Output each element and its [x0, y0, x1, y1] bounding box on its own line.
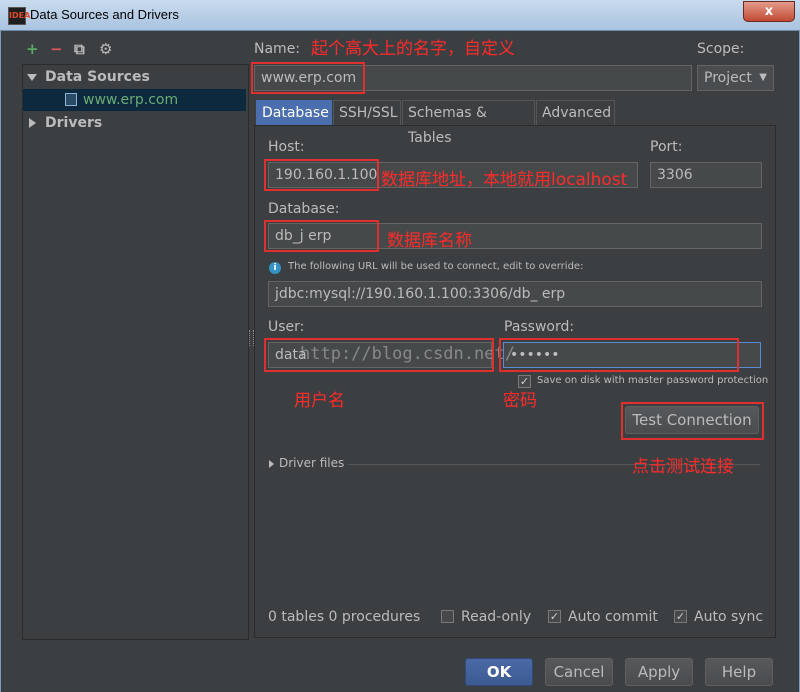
read-only-label: Read-only — [461, 609, 532, 625]
host-label: Host: — [268, 139, 305, 155]
auto-sync-checkbox[interactable]: ✓ — [674, 610, 687, 623]
ok-button[interactable]: OK — [465, 658, 533, 686]
scope-select[interactable]: Project ▼ — [697, 65, 774, 91]
database-input[interactable]: db_j erp — [268, 223, 762, 249]
watermark-text: http://blog.csdn.net/ — [300, 344, 515, 364]
tab-database[interactable]: Database — [256, 100, 332, 125]
remove-icon[interactable]: − — [50, 40, 63, 58]
settings-icon[interactable]: ⚙ — [99, 40, 112, 58]
title-bar: IDEA Data Sources and Drivers x — [0, 0, 800, 31]
cancel-button[interactable]: Cancel — [545, 658, 613, 686]
tree-item-datasource[interactable]: www.erp.com — [23, 89, 246, 111]
driver-files-label[interactable]: Driver files — [279, 456, 344, 470]
chevron-right-icon[interactable] — [29, 118, 36, 128]
read-only-checkbox[interactable] — [441, 610, 454, 623]
help-button[interactable]: Help — [705, 658, 773, 686]
tab-ssh-ssl[interactable]: SSH/SSL — [333, 100, 401, 125]
scope-label: Scope: — [697, 41, 745, 57]
tree-item-drivers[interactable]: Drivers — [23, 112, 246, 134]
datasource-label: www.erp.com — [83, 92, 179, 108]
auto-commit-label: Auto commit — [568, 609, 658, 625]
name-label: Name: — [254, 41, 301, 57]
chevron-right-icon[interactable] — [269, 460, 274, 468]
info-icon: i — [269, 262, 281, 274]
tree-label: Data Sources — [45, 69, 150, 85]
url-input[interactable]: jdbc:mysql://190.160.1.100:3306/db_ erp — [268, 281, 762, 307]
annotation-name: 起个高大上的名字，自定义 — [311, 39, 515, 59]
annotation-database: 数据库名称 — [387, 231, 472, 251]
password-label: Password: — [504, 319, 575, 335]
summary-text: 0 tables 0 procedures — [268, 609, 421, 625]
tab-schemas-tables[interactable]: Schemas & Tables — [402, 100, 535, 146]
annotation-user: 用户名 — [294, 391, 345, 411]
apply-button[interactable]: Apply — [625, 658, 693, 686]
add-icon[interactable]: + — [26, 40, 39, 58]
save-on-disk-label: Save on disk with master password protec… — [537, 375, 769, 386]
tab-advanced[interactable]: Advanced — [536, 100, 615, 125]
auto-commit-checkbox[interactable]: ✓ — [548, 610, 561, 623]
name-input[interactable]: www.erp.com — [254, 65, 692, 91]
datasource-icon — [65, 93, 77, 106]
tree-panel: Data Sources www.erp.com Drivers — [22, 64, 249, 640]
annotation-test: 点击测试连接 — [632, 457, 734, 477]
password-input[interactable]: •••••• — [503, 342, 761, 368]
auto-sync-label: Auto sync — [694, 609, 764, 625]
user-label: User: — [268, 319, 305, 335]
chevron-down-icon[interactable] — [27, 74, 37, 81]
chevron-down-icon: ▼ — [759, 72, 767, 83]
app-icon: IDEA — [8, 7, 30, 25]
tree-item-data-sources[interactable]: Data Sources — [23, 66, 246, 88]
annotation-password: 密码 — [503, 391, 537, 411]
database-label: Database: — [268, 201, 340, 217]
port-input[interactable]: 3306 — [650, 162, 762, 188]
port-label: Port: — [650, 139, 683, 155]
window-title: Data Sources and Drivers — [30, 7, 179, 22]
tree-label: Drivers — [45, 115, 103, 131]
annotation-host: 数据库地址，本地就用localhost — [381, 170, 628, 190]
test-connection-button[interactable]: Test Connection — [625, 406, 759, 434]
url-info-text: The following URL will be used to connec… — [288, 261, 584, 272]
scope-value: Project — [704, 70, 752, 86]
close-button[interactable]: x — [743, 1, 795, 22]
copy-icon[interactable]: ⧉ — [74, 40, 85, 58]
